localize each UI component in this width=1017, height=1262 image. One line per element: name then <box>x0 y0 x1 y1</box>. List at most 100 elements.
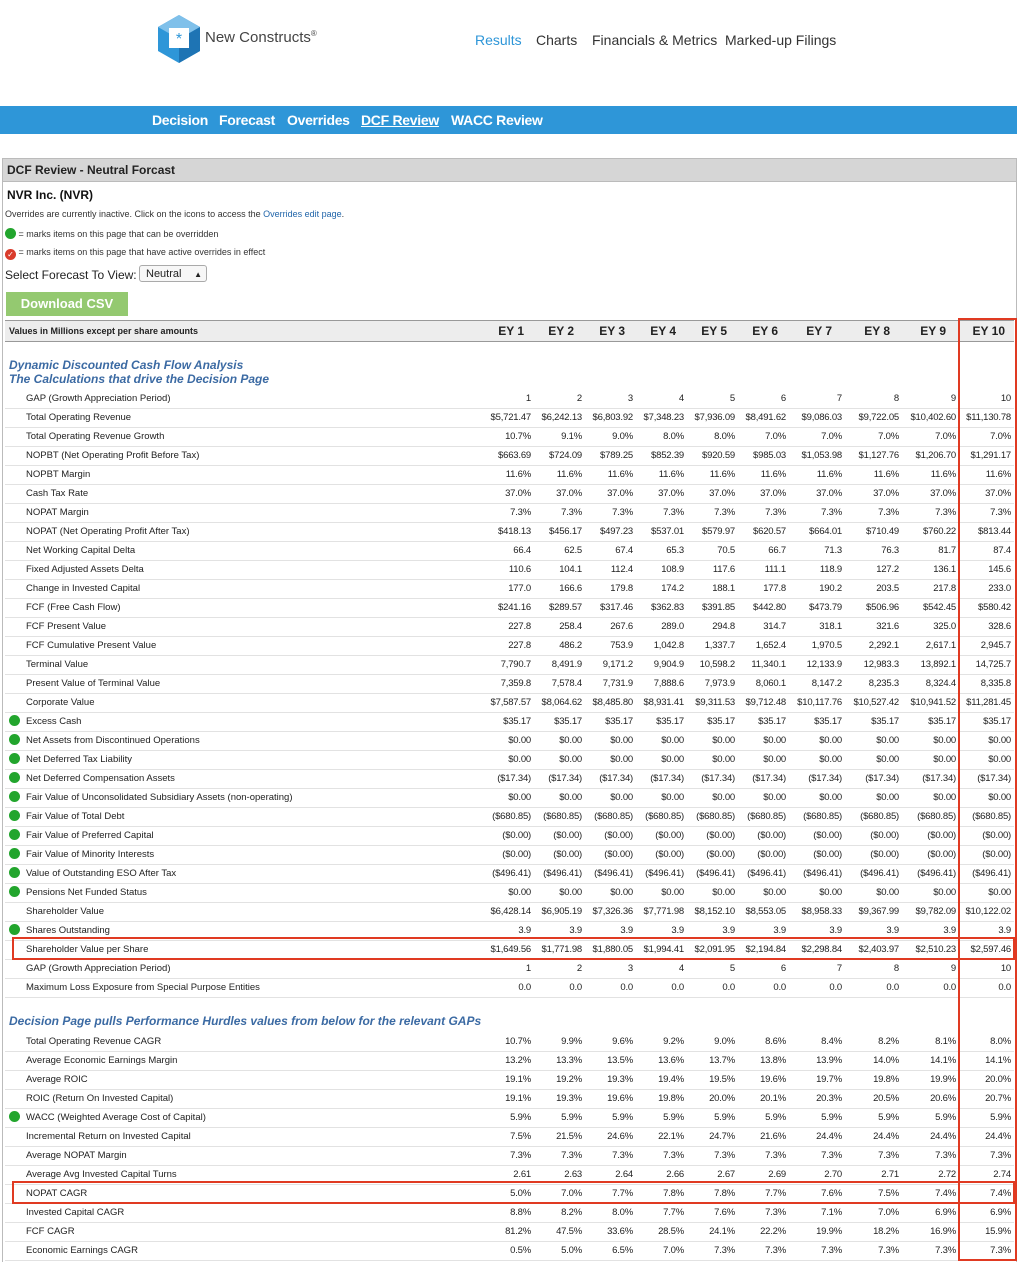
row-value: $0.00 <box>763 887 786 898</box>
tab-forecast[interactable]: Forecast <box>219 112 275 128</box>
row-value: $0.00 <box>712 792 735 803</box>
tab-dcf-review[interactable]: DCF Review <box>361 112 439 128</box>
row-value: $0.00 <box>661 792 684 803</box>
row-value: $442.80 <box>753 602 786 613</box>
override-dot-icon[interactable] <box>9 791 20 802</box>
row-value: 9 <box>950 963 956 974</box>
nav-results[interactable]: Results <box>475 32 522 48</box>
column-header: EY 8 <box>864 324 890 338</box>
nav-financials-metrics[interactable]: Financials & Metrics <box>592 32 717 48</box>
row-value: 8.2% <box>561 1207 582 1218</box>
forecast-select[interactable]: Neutral ▲ <box>139 265 207 282</box>
row-value: 7.3% <box>663 1150 684 1161</box>
row-value: ($680.85) <box>594 811 633 822</box>
table-row: Shareholder Value $6,428.14 $6,905.19 $7,32… <box>5 902 1014 922</box>
row-value: 7,790.7 <box>500 659 531 670</box>
row-value: $10,402.60 <box>910 412 956 423</box>
row-value: 325.0 <box>933 621 956 632</box>
override-dot-icon[interactable] <box>9 715 20 726</box>
row-value: ($680.85) <box>860 811 899 822</box>
row-value: 9.0% <box>714 1036 735 1047</box>
row-value: 2.70 <box>824 1169 842 1180</box>
row-value: ($0.00) <box>604 830 633 841</box>
row-value: 321.6 <box>876 621 899 632</box>
row-value: 18.2% <box>873 1226 899 1237</box>
tab-decision[interactable]: Decision <box>152 112 208 128</box>
override-dot-icon[interactable] <box>9 810 20 821</box>
row-value: ($0.00) <box>553 830 582 841</box>
row-value: 33.6% <box>607 1226 633 1237</box>
row-value: 2.72 <box>938 1169 956 1180</box>
row-value: 67.4 <box>615 545 633 556</box>
row-label: Total Operating Revenue <box>26 412 132 423</box>
row-value: ($17.34) <box>599 773 633 784</box>
row-value: 9,171.2 <box>602 659 633 670</box>
row-value: $0.00 <box>933 887 956 898</box>
row-value: $10,117.76 <box>797 697 842 708</box>
row-value: ($0.00) <box>813 849 842 860</box>
nav-charts[interactable]: Charts <box>536 32 577 48</box>
row-value: $9,782.09 <box>915 906 957 917</box>
table-row: Terminal Value 7,790.7 8,491.9 9,171.2 9,904… <box>5 655 1014 675</box>
new-constructs-logo-icon[interactable]: * <box>156 13 202 63</box>
tab-wacc-review[interactable]: WACC Review <box>451 112 543 128</box>
row-value: ($496.41) <box>492 868 531 879</box>
download-csv-button[interactable]: Download CSV <box>6 292 128 316</box>
overrides-link[interactable]: Overrides edit page <box>263 209 342 219</box>
row-value: 7.6% <box>714 1207 735 1218</box>
column-header: EY 6 <box>752 324 778 338</box>
nav-marked-up-filings[interactable]: Marked-up Filings <box>725 32 836 48</box>
row-value: $0.00 <box>559 792 582 803</box>
override-dot-icon[interactable] <box>9 734 20 745</box>
row-value: 7.3% <box>765 1245 786 1256</box>
row-value: $6,905.19 <box>541 906 583 917</box>
panel-header: DCF Review - Neutral Forcast <box>3 159 1016 182</box>
legend-green: = marks items on this page that can be o… <box>5 228 218 239</box>
row-value: 2.61 <box>513 1169 531 1180</box>
table-row: GAP (Growth Appreciation Period) 1 2 3 4 5 6 7 8… <box>5 959 1014 979</box>
row-label: WACC (Weighted Average Cost of Capital) <box>26 1112 206 1123</box>
row-value: 7.3% <box>821 1150 842 1161</box>
row-value: 0.0 <box>620 982 633 993</box>
row-value: 289.0 <box>661 621 684 632</box>
override-dot-icon[interactable] <box>9 848 20 859</box>
override-dot-icon[interactable] <box>9 829 20 840</box>
row-value: $241.16 <box>498 602 531 613</box>
row-value: $0.00 <box>661 887 684 898</box>
row-value: 7.3% <box>714 1150 735 1161</box>
table-row: Invested Capital CAGR 8.8% 8.2% 8.0% 7.7% 7.6… <box>5 1203 1014 1223</box>
row-value: 19.6% <box>760 1074 786 1085</box>
row-value: $9,367.99 <box>858 906 900 917</box>
row-value: 37.0% <box>505 488 531 499</box>
row-label: Fair Value of Total Debt <box>26 811 125 822</box>
row-value: $35.17 <box>871 716 899 727</box>
table-header: Values in Millions except per share amou… <box>5 320 1014 342</box>
override-dot-icon[interactable] <box>9 867 20 878</box>
row-value: 104.1 <box>559 564 582 575</box>
row-value: 19.1% <box>505 1074 531 1085</box>
override-dot-icon[interactable] <box>9 753 20 764</box>
row-value: 190.2 <box>819 583 842 594</box>
row-value: ($0.00) <box>502 830 531 841</box>
row-value: ($0.00) <box>706 849 735 860</box>
row-label: Corporate Value <box>26 697 95 708</box>
override-dot-icon[interactable] <box>9 924 20 935</box>
row-value: $8,958.33 <box>801 906 843 917</box>
row-value: 8 <box>893 393 899 404</box>
row-value: 10.7% <box>505 431 531 442</box>
row-value: 8,235.3 <box>868 678 899 689</box>
row-value: 217.8 <box>933 583 956 594</box>
nopat-cagr-highlight <box>12 1181 1015 1204</box>
override-dot-icon[interactable] <box>9 886 20 897</box>
row-value: 9,904.9 <box>653 659 684 670</box>
row-value: 81.7 <box>938 545 956 556</box>
tab-overrides[interactable]: Overrides <box>287 112 350 128</box>
override-dot-icon[interactable] <box>9 772 20 783</box>
row-value: 7.3% <box>561 1150 582 1161</box>
override-dot-icon[interactable] <box>9 1111 20 1122</box>
row-value: $35.17 <box>707 716 735 727</box>
table-row: Average Economic Earnings Margin 13.2% 13.… <box>5 1051 1014 1071</box>
row-value: $9,086.03 <box>801 412 843 423</box>
row-value: $35.17 <box>814 716 842 727</box>
row-value: 19.5% <box>709 1074 735 1085</box>
